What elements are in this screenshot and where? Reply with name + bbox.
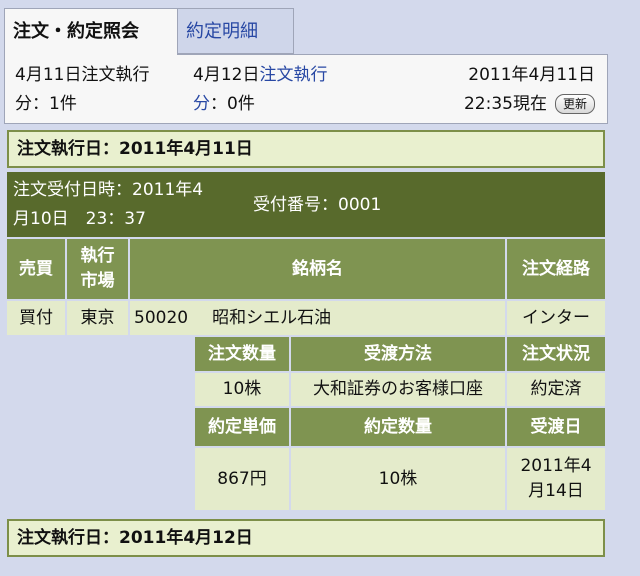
order-received-time: 注文受付日時：2011年4 月10日 23：37 xyxy=(13,176,253,234)
order-info-bar: 注文受付日時：2011年4 月10日 23：37 受付番号：0001 xyxy=(7,172,605,237)
value-side: 買付 xyxy=(7,301,65,335)
header-exec-quantity: 約定数量 xyxy=(291,408,505,446)
header-side: 売買 xyxy=(7,239,65,299)
header-exec-price: 約定単価 xyxy=(195,408,289,446)
summary-apr12-count: ：0件 xyxy=(210,94,255,114)
summary-apr12-date: 4月12日 xyxy=(193,65,260,85)
value-exec-price: 867円 xyxy=(195,448,289,510)
summary-box: 4月11日注文執行 分：1件 4月12日注文執行 分：0件 2011年4月11日… xyxy=(4,54,608,124)
exec-date-header-2: 注文執行日：2011年4月12日 xyxy=(7,519,605,557)
as-of-timestamp: 2011年4月11日 22:35現在 更新 xyxy=(369,61,595,119)
as-of-time: 22:35現在 xyxy=(463,94,547,114)
value-delivery-date: 2011年4 月14日 xyxy=(507,448,605,510)
header-delivery-method: 受渡方法 xyxy=(291,337,505,371)
security-code: 50020 xyxy=(134,307,189,328)
exec-date-header-1: 注文執行日：2011年4月11日 xyxy=(7,130,605,168)
tab-order-inquiry[interactable]: 注文・約定照会 xyxy=(4,8,178,55)
header-security-name: 銘柄名 xyxy=(130,239,505,299)
order-received-line2: 月10日 23：37 xyxy=(13,209,146,229)
header-market: 執行 市場 xyxy=(67,239,128,299)
summary-apr12-link-suffix[interactable]: 分 xyxy=(193,94,210,114)
value-order-route: インター xyxy=(507,301,605,335)
summary-apr12-link[interactable]: 注文執行 xyxy=(259,65,327,85)
header-order-status: 注文状況 xyxy=(507,337,605,371)
receipt-number: 受付番号：0001 xyxy=(253,195,382,215)
value-order-quantity: 10株 xyxy=(195,373,289,406)
refresh-button[interactable]: 更新 xyxy=(554,94,595,114)
summary-apr11-count: 分：1件 xyxy=(15,94,77,114)
value-delivery-method: 大和証券のお客様口座 xyxy=(291,373,505,406)
security-name: 昭和シエル石油 xyxy=(212,307,332,328)
summary-apr12: 4月12日注文執行 分：0件 xyxy=(193,61,327,119)
summary-apr11-label: 4月11日注文執行 xyxy=(15,65,150,85)
value-security: 50020 昭和シエル石油 xyxy=(130,301,505,335)
summary-apr11: 4月11日注文執行 分：1件 xyxy=(15,61,149,119)
value-exec-quantity: 10株 xyxy=(291,448,505,510)
header-order-quantity: 注文数量 xyxy=(195,337,289,371)
value-order-status: 約定済 xyxy=(507,373,605,406)
header-delivery-date: 受渡日 xyxy=(507,408,605,446)
order-received-line1: 注文受付日時：2011年4 xyxy=(13,180,204,200)
tab-execution-details[interactable]: 約定明細 xyxy=(178,8,294,54)
value-market: 東京 xyxy=(67,301,128,335)
as-of-date: 2011年4月11日 xyxy=(468,65,595,85)
header-order-route: 注文経路 xyxy=(507,239,605,299)
